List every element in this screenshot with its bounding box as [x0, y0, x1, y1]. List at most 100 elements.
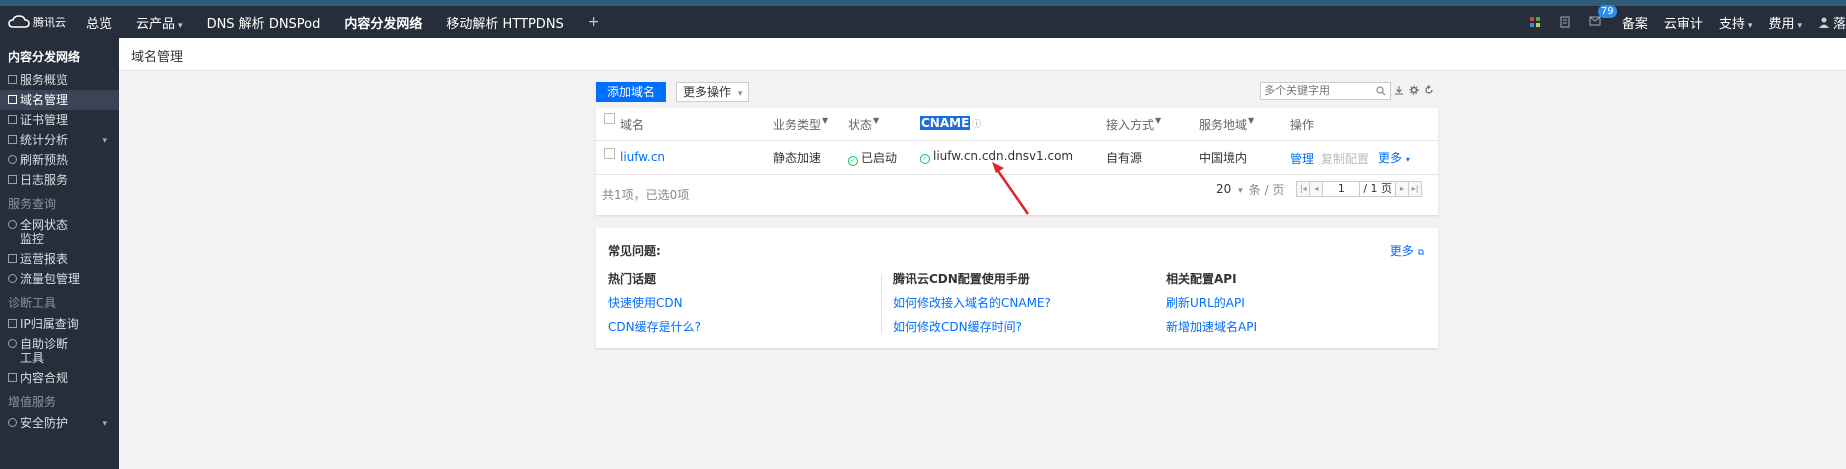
annotation-arrow — [992, 162, 1030, 215]
page-unit-label: 条 / 页 — [1248, 182, 1285, 197]
status-value: ✓ 已启动 — [848, 149, 897, 166]
faq-column-hot-topics: 热门话题 快速使用CDN CDN缓存是什么? — [608, 270, 701, 342]
nav-cloud-audit[interactable]: 云审计 — [1664, 13, 1703, 32]
nav-billing-label: 费用 — [1768, 16, 1795, 32]
more-actions-label: 更多操作 — [683, 85, 732, 99]
nav-dnspod[interactable]: DNS 解析 DNSPod — [207, 13, 321, 32]
column-header-service-type-label: 业务类型 — [773, 118, 822, 132]
chart-icon — [8, 135, 17, 144]
faq-more-link[interactable]: 更多 ⧉ — [1390, 242, 1424, 259]
nav-overview[interactable]: 总览 — [86, 13, 112, 32]
last-page-button[interactable]: ▸| — [1408, 181, 1423, 197]
search-input[interactable] — [1264, 84, 1364, 97]
table-summary: 共1项，已选0项 — [602, 188, 690, 202]
sidebar-item-certificates[interactable]: 证书管理 — [0, 110, 119, 130]
sidebar-item-reports[interactable]: 运营报表 — [0, 249, 119, 269]
sidebar-item-label: 安全防护 — [20, 416, 69, 430]
brand-name: 腾讯云 — [33, 16, 66, 29]
sidebar-group-label: 诊断工具 — [8, 296, 57, 310]
sidebar-group-label: 服务查询 — [8, 197, 57, 211]
brand-logo[interactable]: 腾讯云 — [8, 14, 66, 30]
prev-page-button[interactable]: ◂ — [1309, 181, 1324, 197]
nav-cloud-products[interactable]: 云产品 ▾ — [136, 13, 183, 32]
add-shortcut-icon[interactable]: + — [588, 14, 600, 30]
domain-link[interactable]: liufw.cn — [620, 150, 665, 164]
nav-httpdns[interactable]: 移动解析 HTTPDNS — [446, 13, 563, 32]
page-size-select[interactable]: 20 ▾ — [1216, 182, 1243, 196]
page-title: 域名管理 — [131, 50, 184, 65]
document-icon[interactable] — [1558, 15, 1572, 29]
sidebar-item-overview[interactable]: 服务概览 — [0, 70, 119, 90]
faq-link[interactable]: 如何修改接入域名的CNAME? — [893, 294, 1051, 311]
filter-icon[interactable]: ▼ — [873, 116, 879, 125]
chevron-down-icon: ▾ — [1747, 20, 1753, 31]
content-header: 域名管理 — [119, 38, 1846, 71]
nav-cloud-products-label: 云产品 — [136, 16, 176, 32]
status-text: 已启动 — [861, 151, 898, 165]
faq-link[interactable]: 刷新URL的API — [1166, 294, 1257, 311]
sidebar-item-logs[interactable]: 日志服务 — [0, 170, 119, 190]
sidebar-item-domain-management[interactable]: 域名管理 — [0, 90, 119, 110]
add-domain-button[interactable]: 添加域名 — [596, 82, 667, 102]
refresh-icon — [8, 155, 17, 164]
sidebar-item-label: 域名管理 — [20, 93, 69, 107]
nav-beian[interactable]: 备案 — [1622, 13, 1648, 32]
sidebar-item-purge-prefetch[interactable]: 刷新预热 — [0, 150, 119, 170]
nav-cdn[interactable]: 内容分发网络 — [344, 13, 422, 32]
sidebar-item-ip-lookup[interactable]: IP归属查询 — [0, 314, 119, 334]
search-icon[interactable] — [1376, 86, 1386, 96]
cname-header-label: CNAME — [920, 116, 971, 130]
nav-billing[interactable]: 费用 ▾ — [1768, 13, 1802, 32]
total-pages-label: / 1 页 — [1359, 181, 1397, 197]
sidebar-item-content-compliance[interactable]: 内容合规 — [0, 368, 119, 388]
column-header-region-label: 服务地域 — [1199, 118, 1248, 132]
sidebar-item-label: 证书管理 — [20, 113, 69, 127]
faq-link[interactable]: 快速使用CDN — [608, 294, 701, 311]
shield-icon — [8, 418, 17, 427]
info-icon[interactable]: ⓘ — [972, 120, 981, 130]
column-header-access[interactable]: 接入方式▼ — [1106, 116, 1161, 133]
nav-support[interactable]: 支持 ▾ — [1719, 13, 1753, 32]
row-checkbox[interactable] — [604, 148, 615, 159]
faq-card: 常见问题: 更多 ⧉ 热门话题 快速使用CDN CDN缓存是什么? 腾讯云CDN… — [596, 228, 1438, 348]
column-header-service-type[interactable]: 业务类型▼ — [773, 116, 828, 133]
ip-icon — [8, 319, 17, 328]
sidebar-item-network-status[interactable]: 全网状态监控 — [0, 215, 119, 249]
more-actions-link[interactable]: 更多 ▾ — [1378, 149, 1410, 166]
sidebar-item-security[interactable]: 安全防护 ▾ — [0, 413, 119, 433]
user-name: 落 — [1832, 16, 1846, 32]
sidebar-item-self-diagnosis[interactable]: 自助诊断工具 — [0, 334, 119, 368]
sidebar-item-traffic-packages[interactable]: 流量包管理 — [0, 269, 119, 289]
log-icon — [8, 175, 17, 184]
column-header-region[interactable]: 服务地域▼ — [1199, 116, 1254, 133]
filter-icon[interactable]: ▼ — [1155, 116, 1161, 125]
diagnosis-icon — [8, 339, 17, 348]
download-icon[interactable] — [1394, 85, 1404, 95]
faq-link[interactable]: 如何修改CDN缓存时间? — [893, 318, 1051, 335]
message-center[interactable]: 79 — [1588, 4, 1617, 31]
filter-icon[interactable]: ▼ — [1248, 116, 1254, 125]
sidebar-item-label: 统计分析 — [20, 133, 69, 147]
pagination: 20 ▾ 条 / 页 |◂ ◂ 1 / 1 页 ▸ ▸| — [1216, 180, 1423, 198]
faq-link[interactable]: CDN缓存是什么? — [608, 318, 701, 335]
manage-link[interactable]: 管理 — [1290, 150, 1314, 167]
sidebar-item-statistics[interactable]: 统计分析 ▾ — [0, 130, 119, 150]
select-all-checkbox[interactable] — [604, 113, 615, 124]
service-type-value: 静态加速 — [773, 151, 822, 165]
faq-link[interactable]: 新增加速域名API — [1166, 318, 1257, 335]
next-page-button[interactable]: ▸ — [1395, 181, 1410, 197]
external-link-icon: ⧉ — [1417, 248, 1424, 258]
gear-icon[interactable] — [1409, 85, 1419, 95]
faq-column-title: 腾讯云CDN配置使用手册 — [893, 272, 1030, 286]
refresh-icon[interactable] — [1424, 85, 1434, 95]
more-actions-dropdown[interactable]: 更多操作 ▾ — [676, 82, 750, 102]
user-account[interactable]: 落 — [1818, 13, 1846, 32]
first-page-button[interactable]: |◂ — [1296, 181, 1311, 197]
sidebar-item-label: 全网状态监控 — [20, 218, 69, 246]
filter-icon[interactable]: ▼ — [822, 116, 828, 125]
page-number-input[interactable]: 1 — [1322, 181, 1361, 197]
column-header-status[interactable]: 状态▼ — [848, 116, 879, 133]
faq-divider — [881, 274, 882, 334]
grid-icon[interactable] — [1528, 15, 1542, 29]
sidebar-group-label: 增值服务 — [8, 395, 57, 409]
